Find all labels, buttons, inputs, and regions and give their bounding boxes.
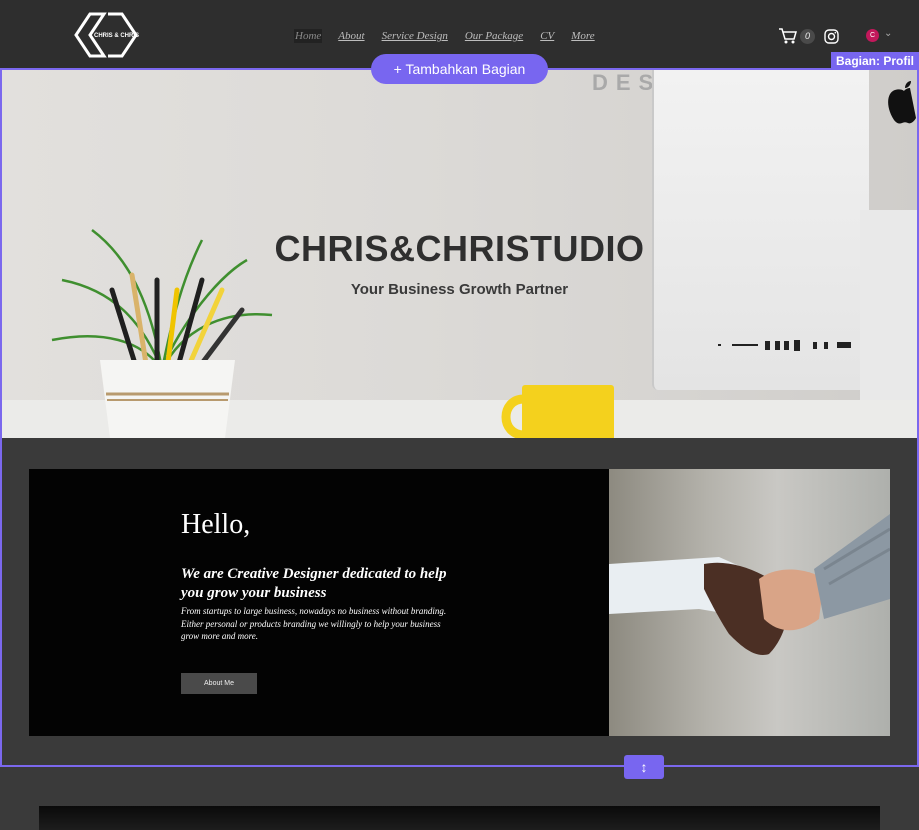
section-label-badge[interactable]: Bagian: Profil [830, 52, 919, 70]
logo[interactable]: CHRIS & CHRIS [72, 12, 140, 58]
cart-icon[interactable] [778, 27, 798, 45]
main-nav: Home About Service Design Our Package CV… [294, 29, 596, 43]
nav-home[interactable]: Home [294, 29, 323, 43]
nav-more[interactable]: More [570, 29, 595, 43]
nav-cv[interactable]: CV [539, 29, 555, 43]
nav-about[interactable]: About [337, 29, 365, 43]
chevron-down-icon[interactable]: ⌄ [884, 28, 892, 39]
add-section-button[interactable]: + Tambahkan Bagian [371, 54, 548, 84]
cart-count-badge: 0 [800, 29, 815, 44]
svg-text:CHRIS & CHRIS: CHRIS & CHRIS [94, 33, 139, 39]
language-badge[interactable]: C [866, 29, 879, 42]
nav-service-design[interactable]: Service Design [381, 29, 449, 43]
next-section-preview [39, 806, 880, 830]
selected-section-outline [0, 68, 919, 767]
instagram-icon[interactable] [824, 29, 839, 44]
nav-our-package[interactable]: Our Package [464, 29, 524, 43]
resize-section-icon[interactable]: ↕ [624, 755, 664, 779]
